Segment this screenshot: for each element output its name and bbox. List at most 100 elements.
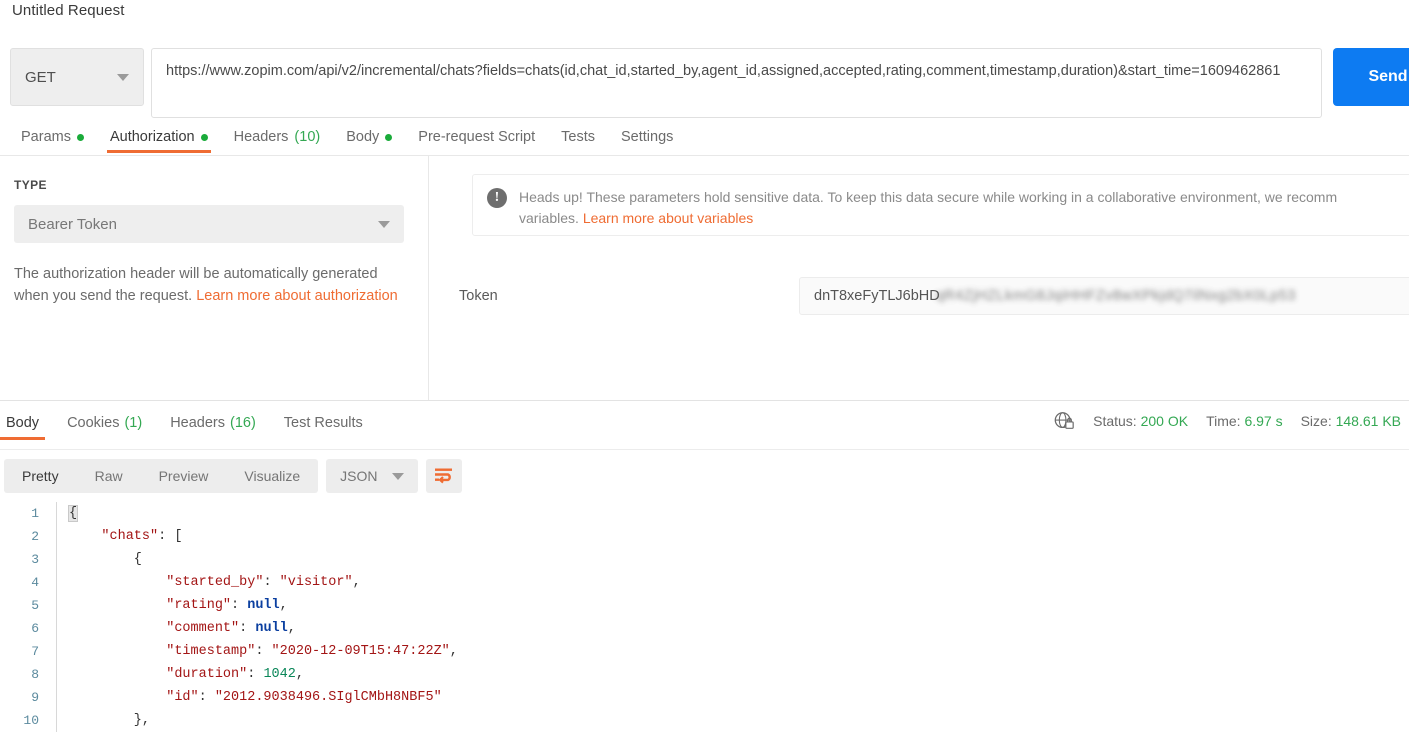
globe-lock-icon: [1054, 412, 1074, 429]
status-value: 200 OK: [1140, 413, 1189, 429]
code-token: "timestamp": [166, 644, 256, 659]
view-mode-preview[interactable]: Preview: [141, 459, 227, 493]
active-tab-underline: [0, 437, 46, 440]
sensitive-data-notice-text: Heads up! These parameters hold sensitiv…: [519, 187, 1337, 229]
code-token: 1042: [263, 667, 296, 682]
code-token: null: [247, 598, 280, 613]
response-tab-body[interactable]: Body: [0, 408, 53, 440]
modified-dot-icon: [385, 133, 393, 141]
line-content: "chats": [: [57, 529, 182, 544]
request-tab-authorization[interactable]: Authorization: [97, 122, 221, 153]
line-number: 10: [23, 713, 39, 728]
request-tab-params[interactable]: Params: [8, 122, 97, 152]
auth-type-select[interactable]: Bearer Token: [14, 205, 404, 243]
http-method-label: GET: [25, 68, 56, 86]
format-value: JSON: [340, 468, 378, 484]
format-select[interactable]: JSON: [326, 459, 418, 493]
code-token: ,: [449, 644, 458, 659]
line-number: 3: [31, 552, 39, 567]
tab-label: Headers: [170, 415, 225, 431]
response-status-bar: Status: 200 OK Time: 6.97 s Size: 148.61…: [1053, 410, 1401, 432]
page-title: Untitled Request: [12, 2, 125, 19]
request-tab-pre-request-script[interactable]: Pre-request Script: [405, 122, 548, 152]
code-token: ,: [295, 667, 304, 682]
response-body-code[interactable]: 1{2 "chats": [3 {4 "started_by": "visito…: [0, 502, 1409, 735]
code-token: ,: [287, 621, 296, 636]
view-mode-raw[interactable]: Raw: [77, 459, 141, 493]
code-line: 10 },: [0, 709, 1409, 732]
request-tab-settings[interactable]: Settings: [608, 122, 686, 152]
modified-dot-icon: [200, 133, 208, 141]
line-number: 9: [31, 690, 39, 705]
code-token: :: [263, 575, 280, 590]
code-token: :: [255, 644, 272, 659]
line-content: "timestamp": "2020-12-09T15:47:22Z",: [57, 644, 458, 659]
authorization-detail-panel: ! Heads up! These parameters hold sensit…: [429, 156, 1409, 400]
response-tab-cookies[interactable]: Cookies (1): [53, 408, 156, 438]
tab-count: (1): [124, 415, 143, 431]
tab-label: Settings: [620, 129, 674, 145]
send-button[interactable]: Send: [1333, 48, 1409, 106]
code-token: null: [255, 621, 288, 636]
authorization-type-panel: TYPE Bearer Token The authorization head…: [0, 156, 428, 400]
url-input[interactable]: https://www.zopim.com/api/v2/incremental…: [151, 48, 1322, 118]
tab-label: Tests: [561, 129, 595, 145]
auth-learn-more-link[interactable]: Learn more about authorization: [196, 288, 398, 304]
request-tab-headers[interactable]: Headers (10): [221, 122, 334, 152]
status-label: Status:: [1093, 413, 1137, 429]
auth-type-value: Bearer Token: [28, 215, 117, 233]
code-token: ,: [352, 575, 361, 590]
code-token: :: [231, 598, 248, 613]
code-token: "rating": [166, 598, 232, 613]
view-mode-visualize[interactable]: Visualize: [226, 459, 318, 493]
request-tab-tests[interactable]: Tests: [548, 122, 608, 152]
code-token: {: [67, 505, 79, 522]
line-number: 1: [31, 506, 39, 521]
word-wrap-button[interactable]: [425, 459, 462, 493]
time-value: 6.97 s: [1244, 413, 1283, 429]
code-token: : [: [158, 529, 183, 544]
size-label: Size:: [1300, 413, 1332, 429]
view-mode-group: Pretty Raw Preview Visualize: [4, 459, 319, 493]
tab-label: Cookies: [67, 415, 120, 431]
token-value-redacted: qR4ZjHZLkmG8JqiHHFZv8wXPkjdQ7ilNxg2bX0Lp…: [935, 288, 1296, 304]
response-divider: [0, 400, 1409, 401]
url-bar: GET https://www.zopim.com/api/v2/increme…: [10, 48, 1409, 118]
chevron-down-icon: [391, 472, 404, 480]
chevron-down-icon: [117, 73, 129, 81]
active-tab-underline: [106, 150, 211, 153]
exclamation-icon: !: [487, 188, 507, 208]
line-content: "rating": null,: [57, 598, 288, 613]
line-number: 7: [31, 644, 39, 659]
response-tab-headers[interactable]: Headers (16): [156, 408, 270, 438]
variables-learn-more-link[interactable]: Learn more about variables: [583, 210, 753, 226]
tab-label: Headers: [233, 129, 289, 145]
response-tab-test-results[interactable]: Test Results: [270, 408, 377, 438]
code-token: "2012.9038496.SIglCMbH8NBF5": [214, 690, 442, 705]
code-line: 2 "chats": [: [0, 525, 1409, 548]
line-content: {: [57, 505, 79, 522]
token-value-visible: dnT8xeFyTLJ6bHD: [814, 288, 940, 304]
view-mode-pretty[interactable]: Pretty: [4, 459, 77, 493]
token-input[interactable]: dnT8xeFyTLJ6bHD qR4ZjHZLkmG8JqiHHFZv8wXPk…: [799, 277, 1409, 315]
code-line: 9 "id": "2012.9038496.SIglCMbH8NBF5": [0, 686, 1409, 709]
line-content: },: [57, 713, 150, 728]
tab-label: Body: [6, 415, 40, 431]
line-number: 5: [31, 598, 39, 613]
code-token: :: [198, 690, 215, 705]
request-tabs: Params Authorization Headers (10) Body Pre-re…: [0, 122, 1409, 154]
code-token: "started_by": [166, 575, 264, 590]
notice-line-1: Heads up! These parameters hold sensitiv…: [519, 189, 1338, 205]
auth-description: The authorization header will be automat…: [14, 263, 404, 307]
tab-count: (16): [230, 415, 256, 431]
code-line: 5 "rating": null,: [0, 594, 1409, 617]
response-viewer-toolbar: Pretty Raw Preview Visualize JSON: [4, 458, 462, 494]
http-method-select[interactable]: GET: [10, 48, 144, 106]
code-token: "duration": [166, 667, 248, 682]
tab-label: Authorization: [109, 129, 195, 145]
code-token: "visitor": [279, 575, 353, 590]
postman-request-window: Untitled Request GET https://www.zopim.c…: [0, 0, 1409, 735]
request-tab-body[interactable]: Body: [333, 122, 405, 152]
auth-type-heading: TYPE: [14, 178, 47, 192]
